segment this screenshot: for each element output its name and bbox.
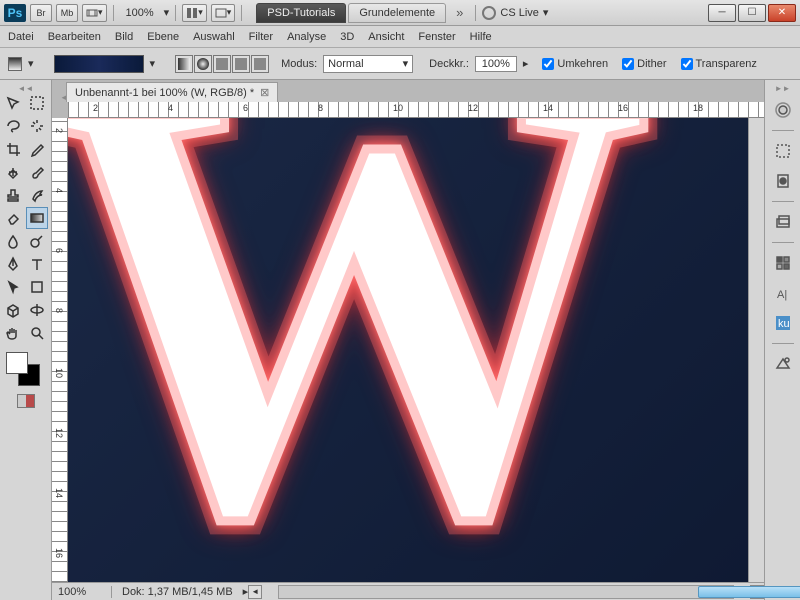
3d-tool[interactable] — [2, 299, 24, 321]
status-docinfo[interactable]: Dok: 1,37 MB/1,45 MB — [112, 586, 243, 598]
toolbox-grip[interactable]: ◄◄ — [2, 84, 49, 92]
swatches-panel-icon[interactable] — [771, 251, 795, 275]
titlebar: Ps Br Mb ▾ 100%▾ ▾ ▾ PSD-Tutorials Grund… — [0, 0, 800, 26]
menu-datei[interactable]: Datei — [8, 31, 34, 43]
fg-color[interactable] — [6, 352, 28, 374]
layers-panel-icon[interactable] — [771, 210, 795, 234]
document-tab[interactable]: Unbenannt-1 bei 100% (W, RGB/8) * ⊠ — [66, 82, 278, 102]
dodge-tool[interactable] — [26, 230, 48, 252]
close-tab-icon[interactable]: ⊠ — [260, 86, 269, 99]
color-swatches[interactable] — [2, 350, 42, 390]
gradient-angle[interactable] — [213, 55, 231, 73]
opacity-input[interactable]: 100% — [475, 56, 517, 72]
horizontal-scrollbar[interactable] — [278, 585, 734, 599]
pen-tool[interactable] — [2, 253, 24, 275]
menu-bearbeiten[interactable]: Bearbeiten — [48, 31, 101, 43]
quickmask-toggle[interactable] — [17, 394, 35, 408]
hscroll-left[interactable]: ◄ — [248, 585, 262, 599]
reverse-checkbox[interactable]: Umkehren — [542, 58, 608, 70]
tool-preset-picker[interactable] — [8, 57, 22, 71]
menu-auswahl[interactable]: Auswahl — [193, 31, 235, 43]
kuler-panel-icon[interactable]: ku — [771, 311, 795, 335]
styles-panel-icon[interactable] — [771, 352, 795, 376]
workspace: ◄◄ — [0, 80, 800, 600]
ruler-horizontal[interactable]: 24681012141618 — [68, 102, 764, 118]
close-button[interactable]: ✕ — [768, 4, 796, 22]
statusbar: 100% Dok: 1,37 MB/1,45 MB▸ ◄ ► — [52, 582, 764, 600]
brush-tool[interactable] — [26, 161, 48, 183]
cs-live-button[interactable]: CS Live▾ — [482, 6, 548, 20]
menu-ebene[interactable]: Ebene — [147, 31, 179, 43]
minibridge-button[interactable]: Mb — [56, 4, 78, 22]
hscroll-thumb[interactable] — [698, 586, 800, 598]
character-panel-icon[interactable]: A| — [771, 281, 795, 305]
screenmode-button[interactable]: ▾ — [211, 4, 236, 22]
menu-bild[interactable]: Bild — [115, 31, 133, 43]
workspace-tab-grundelemente[interactable]: Grundelemente — [348, 3, 446, 23]
move-tool[interactable] — [2, 92, 24, 114]
zoom-display[interactable]: 100% — [120, 7, 160, 19]
dock-grip[interactable]: ►► — [775, 84, 791, 92]
doc-grip[interactable]: ◄◄ — [58, 93, 66, 102]
document-area: ◄◄ Unbenannt-1 bei 100% (W, RGB/8) * ⊠ 2… — [52, 80, 764, 600]
menu-fenster[interactable]: Fenster — [418, 31, 455, 43]
vertical-scrollbar[interactable] — [748, 118, 764, 582]
canvas[interactable]: W — [68, 118, 748, 582]
bridge-button[interactable]: Br — [30, 4, 52, 22]
menu-3d[interactable]: 3D — [340, 31, 354, 43]
eyedropper-tool[interactable] — [26, 138, 48, 160]
app-logo: Ps — [4, 4, 26, 22]
svg-text:ku: ku — [778, 318, 790, 330]
stamp-tool[interactable] — [2, 184, 24, 206]
shape-tool[interactable] — [26, 276, 48, 298]
color-panel-icon[interactable] — [771, 98, 795, 122]
opacity-label: Deckkr.: — [429, 58, 469, 70]
blur-tool[interactable] — [2, 230, 24, 252]
right-dock: ►► A| ku — [764, 80, 800, 600]
menu-ansicht[interactable]: Ansicht — [368, 31, 404, 43]
maximize-button[interactable]: ☐ — [738, 4, 766, 22]
workspace-more-icon[interactable]: » — [450, 5, 469, 20]
toolbox: ◄◄ — [0, 80, 52, 600]
menu-analyse[interactable]: Analyse — [287, 31, 326, 43]
zoom-tool[interactable] — [26, 322, 48, 344]
adjustments-panel-icon[interactable] — [771, 139, 795, 163]
lasso-tool[interactable] — [2, 115, 24, 137]
path-select-tool[interactable] — [2, 276, 24, 298]
gradient-tool[interactable] — [26, 207, 48, 229]
svg-text:A|: A| — [777, 289, 787, 301]
eraser-tool[interactable] — [2, 207, 24, 229]
gradient-type-buttons — [175, 55, 269, 73]
view-extras-button[interactable]: ▾ — [82, 4, 107, 22]
canvas-content: W — [68, 118, 658, 582]
ruler-vertical[interactable]: 246810121416 — [52, 118, 68, 582]
dither-checkbox[interactable]: Dither — [622, 58, 666, 70]
history-brush-tool[interactable] — [26, 184, 48, 206]
mode-label: Modus: — [281, 58, 317, 70]
hand-tool[interactable] — [2, 322, 24, 344]
gradient-picker[interactable] — [54, 55, 144, 73]
gradient-radial[interactable] — [194, 55, 212, 73]
wand-tool[interactable] — [26, 115, 48, 137]
options-bar: ▾ ▾ Modus: Normal▾ Deckkr.: 100%▸ Umkehr… — [0, 48, 800, 80]
menu-hilfe[interactable]: Hilfe — [470, 31, 492, 43]
menubar: Datei Bearbeiten Bild Ebene Auswahl Filt… — [0, 26, 800, 48]
gradient-diamond[interactable] — [251, 55, 269, 73]
crop-tool[interactable] — [2, 138, 24, 160]
masks-panel-icon[interactable] — [771, 169, 795, 193]
gradient-reflected[interactable] — [232, 55, 250, 73]
gradient-linear[interactable] — [175, 55, 193, 73]
workspace-tab-tutorials[interactable]: PSD-Tutorials — [256, 3, 346, 23]
menu-filter[interactable]: Filter — [249, 31, 273, 43]
mode-select[interactable]: Normal▾ — [323, 55, 413, 73]
marquee-tool[interactable] — [26, 92, 48, 114]
status-zoom[interactable]: 100% — [52, 586, 112, 598]
arrange-button[interactable]: ▾ — [182, 4, 207, 22]
type-tool[interactable] — [26, 253, 48, 275]
transparency-checkbox[interactable]: Transparenz — [681, 58, 757, 70]
healing-tool[interactable] — [2, 161, 24, 183]
3d-camera-tool[interactable] — [26, 299, 48, 321]
minimize-button[interactable]: ─ — [708, 4, 736, 22]
